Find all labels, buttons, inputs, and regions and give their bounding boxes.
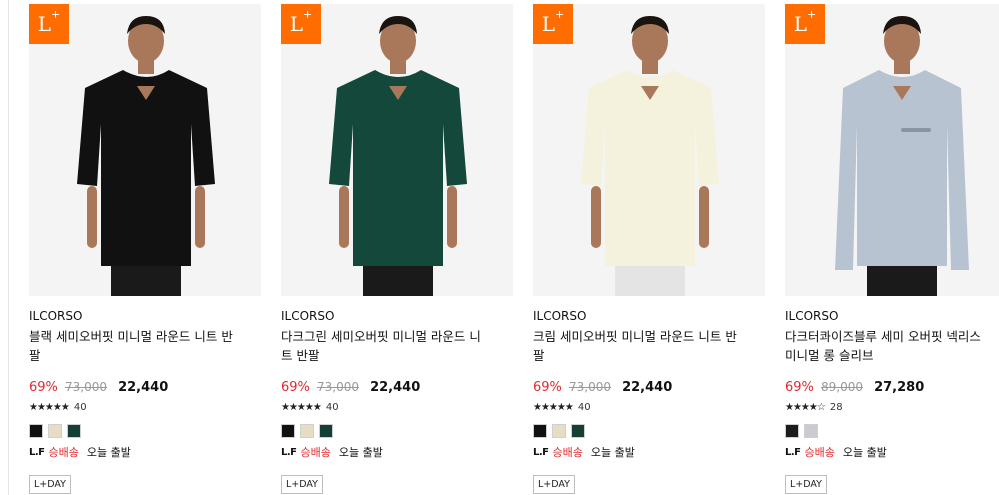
l-plus-badge: L+ — [281, 4, 321, 44]
sale-price: 22,440 — [370, 380, 421, 395]
shipping-info: L.F 승배송 오늘 출발 — [29, 445, 261, 461]
product-image[interactable]: L+ — [281, 4, 513, 296]
discount-rate: 69% — [785, 380, 814, 395]
brand-name[interactable]: ILCORSO — [785, 308, 999, 324]
product-name[interactable]: 블랙 세미오버핏 미니멀 라운드 니트 반팔 — [29, 327, 261, 365]
color-swatches — [533, 424, 765, 438]
rating-row: ★★★★☆ 28 — [785, 401, 999, 415]
product-image[interactable]: L+ — [533, 4, 765, 296]
price-row: 69% 89,000 27,280 — [785, 376, 999, 396]
lday-tag: L+DAY — [281, 475, 323, 494]
product-name[interactable]: 다크터콰이즈블루 세미 오버핏 넥리스 미니멀 롱 슬리브 — [785, 327, 999, 365]
rating-row: ★★★★★ 40 — [533, 401, 765, 415]
product-card[interactable]: L+ ILCORSO 블랙 세미오버핏 미니멀 라운드 니트 반팔 69% 73… — [29, 4, 261, 494]
ship-today-label: 오늘 출발 — [842, 446, 887, 459]
color-swatch-black[interactable] — [29, 424, 43, 438]
lday-tag: L+DAY — [533, 475, 575, 494]
review-count: 40 — [73, 402, 87, 413]
lf-logo-icon: L.F — [533, 447, 549, 458]
l-plus-badge: L+ — [785, 4, 825, 44]
original-price: 73,000 — [569, 380, 611, 394]
star-rating-icon: ★★★★★ — [281, 402, 322, 413]
color-swatch-green[interactable] — [319, 424, 333, 438]
discount-rate: 69% — [281, 380, 310, 395]
original-price: 73,000 — [65, 380, 107, 394]
sale-price: 22,440 — [622, 380, 673, 395]
l-plus-badge: L+ — [533, 4, 573, 44]
review-count: 40 — [577, 402, 591, 413]
lday-tag: L+DAY — [29, 475, 71, 494]
brand-name[interactable]: ILCORSO — [281, 308, 513, 324]
color-swatch-cream[interactable] — [300, 424, 314, 438]
color-swatch-green[interactable] — [67, 424, 81, 438]
fast-delivery-label: 승배송 — [552, 446, 583, 459]
rating-row: ★★★★★ 40 — [281, 401, 513, 415]
model-photo — [581, 16, 719, 296]
product-name[interactable]: 크림 세미오버핏 미니멀 라운드 니트 반팔 — [533, 327, 765, 365]
color-swatch-cream[interactable] — [552, 424, 566, 438]
shipping-info: L.F 승배송 오늘 출발 — [785, 445, 999, 461]
brand-name[interactable]: ILCORSO — [533, 308, 765, 324]
discount-rate: 69% — [533, 380, 562, 395]
product-card[interactable]: L+ ILCORSO 크림 세미오버핏 미니멀 라운드 니트 반팔 69% 73… — [533, 4, 765, 494]
ship-today-label: 오늘 출발 — [86, 446, 131, 459]
ship-today-label: 오늘 출발 — [338, 446, 383, 459]
color-swatches — [785, 424, 999, 438]
model-photo — [77, 16, 215, 296]
lf-logo-icon: L.F — [281, 447, 297, 458]
color-swatch-black[interactable] — [533, 424, 547, 438]
lf-logo-icon: L.F — [29, 447, 45, 458]
color-swatch-gray[interactable] — [804, 424, 818, 438]
color-swatch-black[interactable] — [785, 424, 799, 438]
ship-today-label: 오늘 출발 — [590, 446, 635, 459]
brand-name[interactable]: ILCORSO — [29, 308, 261, 324]
product-name[interactable]: 다크그린 세미오버핏 미니멀 라운드 니트 반팔 — [281, 327, 513, 365]
price-row: 69% 73,000 22,440 — [533, 376, 765, 396]
product-image[interactable]: L+ — [785, 4, 999, 296]
product-card[interactable]: L+ ILCORSO 다크터콰이즈블루 세미 오버핏 넥리스 미니멀 롱 슬리브 … — [785, 4, 999, 494]
color-swatches — [281, 424, 513, 438]
product-card[interactable]: L+ ILCORSO 다크그린 세미오버핏 미니멀 라운드 니트 반팔 69% … — [281, 4, 513, 494]
model-photo — [835, 16, 969, 296]
original-price: 73,000 — [317, 380, 359, 394]
lf-logo-icon: L.F — [785, 447, 801, 458]
fast-delivery-label: 승배송 — [48, 446, 79, 459]
price-row: 69% 73,000 22,440 — [29, 376, 261, 396]
review-count: 40 — [325, 402, 339, 413]
shipping-info: L.F 승배송 오늘 출발 — [533, 445, 765, 461]
color-swatch-green[interactable] — [571, 424, 585, 438]
color-swatches — [29, 424, 261, 438]
color-swatch-black[interactable] — [281, 424, 295, 438]
sale-price: 27,280 — [874, 380, 925, 395]
price-row: 69% 73,000 22,440 — [281, 376, 513, 396]
star-rating-icon: ★★★★★ — [533, 402, 574, 413]
shipping-info: L.F 승배송 오늘 출발 — [281, 445, 513, 461]
star-rating-icon: ★★★★☆ — [785, 402, 826, 413]
discount-rate: 69% — [29, 380, 58, 395]
fast-delivery-label: 승배송 — [804, 446, 835, 459]
review-count: 28 — [829, 402, 843, 413]
grid-left-divider — [8, 0, 9, 495]
sale-price: 22,440 — [118, 380, 169, 395]
fast-delivery-label: 승배송 — [300, 446, 331, 459]
original-price: 89,000 — [821, 380, 863, 394]
star-rating-icon: ★★★★★ — [29, 402, 70, 413]
l-plus-badge: L+ — [29, 4, 69, 44]
rating-row: ★★★★★ 40 — [29, 401, 261, 415]
model-photo — [329, 16, 467, 296]
color-swatch-cream[interactable] — [48, 424, 62, 438]
product-image[interactable]: L+ — [29, 4, 261, 296]
lday-tag: L+DAY — [785, 475, 827, 494]
